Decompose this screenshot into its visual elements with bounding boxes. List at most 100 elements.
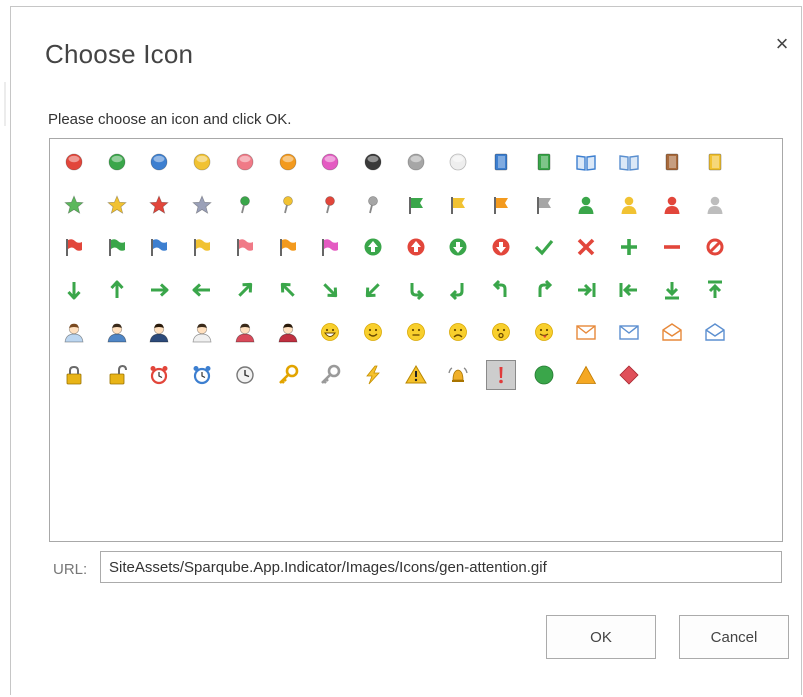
flag-pink-icon[interactable] [230,232,260,262]
diamond-red-icon[interactable] [614,360,644,390]
ok-button[interactable]: OK [546,615,656,659]
cross-icon[interactable] [571,232,601,262]
arrow-down-left-icon[interactable] [358,275,388,305]
arrow-turn-down-left-icon[interactable] [401,275,431,305]
ball-gray-icon[interactable] [401,147,431,177]
star-gray-icon[interactable] [187,190,217,220]
minus-icon[interactable] [657,232,687,262]
arrow-up-right-icon[interactable] [230,275,260,305]
flag-gray-icon[interactable] [529,190,559,220]
user-red-icon[interactable] [657,190,687,220]
arrow-to-top-icon[interactable] [700,275,730,305]
smiley-surprised-icon[interactable] [486,317,516,347]
flag-blue-icon[interactable] [144,232,174,262]
arrow-turn-up-right-icon[interactable] [486,275,516,305]
arrow-to-end-icon[interactable] [571,275,601,305]
flag-yellow-2-icon[interactable] [187,232,217,262]
ball-white-icon[interactable] [443,147,473,177]
gen-attention-icon[interactable] [486,359,516,390]
arrow-turn-down-right-icon[interactable] [443,275,473,305]
user-gray-icon[interactable] [700,190,730,220]
flag-orange-icon[interactable] [486,190,516,220]
person-red-icon[interactable] [230,317,260,347]
user-green-icon[interactable] [571,190,601,220]
smiley-sad-icon[interactable] [443,317,473,347]
bell-ringing-icon[interactable] [443,360,473,390]
flag-red-icon[interactable] [59,232,89,262]
cancel-button[interactable]: Cancel [679,615,789,659]
icon-row [50,317,780,347]
user-yellow-icon[interactable] [614,190,644,220]
flag-green-icon[interactable] [401,190,431,220]
book-open-blue-icon[interactable] [571,147,601,177]
smiley-happy-icon[interactable] [358,317,388,347]
mail-blue-icon[interactable] [614,317,644,347]
arrow-to-start-icon[interactable] [614,275,644,305]
smiley-neutral-icon[interactable] [401,317,431,347]
arrow-up-icon[interactable] [102,275,132,305]
book-closed-brown-icon[interactable] [657,147,687,177]
star-red-icon[interactable] [144,190,174,220]
book-open-blue-2-icon[interactable] [614,147,644,177]
ball-magenta-icon[interactable] [315,147,345,177]
ball-orange-icon[interactable] [273,147,303,177]
pin-gray-icon[interactable] [358,190,388,220]
star-green-icon[interactable] [59,190,89,220]
warning-icon[interactable] [401,360,431,390]
lock-closed-icon[interactable] [59,360,89,390]
key-gold-icon[interactable] [273,360,303,390]
lock-open-icon[interactable] [102,360,132,390]
person-girl-icon[interactable] [187,317,217,347]
icon-row [50,190,780,220]
person-dark-icon[interactable] [144,317,174,347]
alarm-clock-red-icon[interactable] [144,360,174,390]
flag-orange-2-icon[interactable] [273,232,303,262]
book-closed-blue-icon[interactable] [486,147,516,177]
pin-green-icon[interactable] [230,190,260,220]
star-yellow-icon[interactable] [102,190,132,220]
smiley-laughing-icon[interactable] [315,317,345,347]
ball-green-icon[interactable] [102,147,132,177]
arrow-right-icon[interactable] [144,275,174,305]
circle-arrow-down-green-icon[interactable] [443,232,473,262]
pin-yellow-icon[interactable] [273,190,303,220]
arrow-down-icon[interactable] [59,275,89,305]
triangle-orange-icon[interactable] [571,360,601,390]
no-entry-icon[interactable] [700,232,730,262]
alarm-clock-blue-icon[interactable] [187,360,217,390]
mail-orange-icon[interactable] [571,317,601,347]
book-closed-green-icon[interactable] [529,147,559,177]
ball-black-icon[interactable] [358,147,388,177]
ball-red-icon[interactable] [59,147,89,177]
circle-green-icon[interactable] [529,360,559,390]
circle-arrow-up-red-icon[interactable] [401,232,431,262]
person-blue-icon[interactable] [59,317,89,347]
circle-arrow-down-red-icon[interactable] [486,232,516,262]
url-input[interactable] [100,551,782,583]
arrow-turn-up-left-icon[interactable] [529,275,559,305]
pin-red-icon[interactable] [315,190,345,220]
close-icon[interactable]: × [771,33,793,55]
clock-icon[interactable] [230,360,260,390]
circle-arrow-up-green-icon[interactable] [358,232,388,262]
ball-yellow-icon[interactable] [187,147,217,177]
flag-green-2-icon[interactable] [102,232,132,262]
ball-blue-icon[interactable] [144,147,174,177]
key-gray-icon[interactable] [315,360,345,390]
smiley-tongue-icon[interactable] [529,317,559,347]
arrow-left-icon[interactable] [187,275,217,305]
arrow-to-bottom-icon[interactable] [657,275,687,305]
person-blue-2-icon[interactable] [102,317,132,347]
flag-yellow-icon[interactable] [443,190,473,220]
lightning-icon[interactable] [358,360,388,390]
arrow-up-left-icon[interactable] [273,275,303,305]
person-red-2-icon[interactable] [273,317,303,347]
mail-open-blue-icon[interactable] [700,317,730,347]
mail-open-orange-icon[interactable] [657,317,687,347]
checkmark-icon[interactable] [529,232,559,262]
plus-icon[interactable] [614,232,644,262]
book-closed-yellow-icon[interactable] [700,147,730,177]
flag-magenta-icon[interactable] [315,232,345,262]
ball-pink-icon[interactable] [230,147,260,177]
arrow-down-right-icon[interactable] [315,275,345,305]
